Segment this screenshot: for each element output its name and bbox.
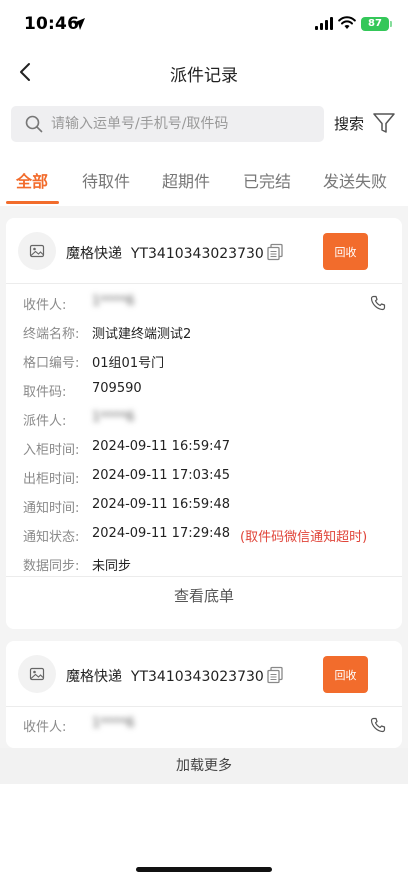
check-in-time: 2024-09-11 16:59:47 bbox=[92, 439, 231, 454]
tracking-number: YT3410343023730 bbox=[130, 669, 264, 685]
recall-button[interactable]: 回收 bbox=[323, 233, 368, 270]
status-time: 10:46 bbox=[24, 14, 80, 34]
tab-overdue[interactable]: 超期件 bbox=[162, 168, 210, 192]
recipient-row: 收件人: 1****6 bbox=[6, 716, 402, 736]
image-placeholder-icon bbox=[29, 667, 45, 681]
row-label: 数据同步: bbox=[23, 559, 80, 574]
load-more-button[interactable]: 加载更多 bbox=[0, 748, 408, 784]
data-sync-row: 数据同步: 未同步 bbox=[6, 555, 402, 575]
recall-button[interactable]: 回收 bbox=[323, 656, 368, 693]
recipient-phone: 1****6 bbox=[92, 716, 135, 731]
delivery-card: 魔格快递 YT3410343023730 回收 收件人: 1****6 bbox=[6, 641, 402, 748]
image-placeholder-icon bbox=[29, 244, 45, 258]
row-label: 入柜时间: bbox=[23, 443, 80, 458]
notify-status-time: 2024-09-11 17:29:48 bbox=[92, 526, 231, 541]
home-indicator bbox=[136, 867, 272, 872]
cellular-signal-icon bbox=[315, 17, 333, 30]
status-tabs: 全部 待取件 超期件 已完结 发送失败 bbox=[0, 160, 408, 204]
card-header: 魔格快递 YT3410343023730 回收 bbox=[6, 641, 402, 707]
row-label: 出柜时间: bbox=[23, 472, 80, 487]
tab-pending-pickup[interactable]: 待取件 bbox=[82, 168, 130, 192]
search-input[interactable] bbox=[51, 106, 316, 142]
locker-slot-row: 格口编号: 01组01号门 bbox=[6, 352, 402, 372]
location-arrow-icon bbox=[73, 18, 85, 30]
data-sync-status: 未同步 bbox=[92, 559, 132, 574]
row-label: 通知时间: bbox=[23, 501, 80, 516]
battery-indicator: 87 bbox=[361, 17, 392, 31]
notify-status-note: (取件码微信通知超时) bbox=[240, 530, 368, 545]
tab-send-failed[interactable]: 发送失败 bbox=[323, 168, 387, 192]
courier-info: 魔格快递 YT3410343023730 bbox=[66, 666, 264, 686]
row-label: 取件码: bbox=[23, 385, 67, 400]
pickup-code: 709590 bbox=[92, 381, 142, 396]
search-icon bbox=[25, 115, 43, 133]
delivery-card: 魔格快递 YT3410343023730 回收 收件人: 1****6 终端名称… bbox=[6, 218, 402, 629]
terminal-row: 终端名称: 测试建终端测试2 bbox=[6, 323, 402, 343]
nav-bar: 派件记录 bbox=[0, 50, 408, 94]
courier-name: 魔格快递 bbox=[66, 246, 122, 262]
terminal-name: 测试建终端测试2 bbox=[92, 327, 192, 342]
filter-icon[interactable] bbox=[372, 111, 396, 135]
card-header: 魔格快递 YT3410343023730 回收 bbox=[6, 218, 402, 284]
courier-logo bbox=[18, 655, 56, 693]
copy-icon[interactable] bbox=[266, 666, 284, 684]
phone-icon[interactable] bbox=[370, 295, 386, 311]
page-title: 派件记录 bbox=[170, 66, 238, 86]
row-label: 通知状态: bbox=[23, 530, 80, 545]
recipient-row: 收件人: 1****6 bbox=[6, 294, 402, 314]
tracking-number: YT3410343023730 bbox=[130, 246, 264, 262]
recipient-phone: 1****6 bbox=[92, 294, 135, 309]
check-in-time-row: 入柜时间: 2024-09-11 16:59:47 bbox=[6, 439, 402, 459]
pickup-code-row: 取件码: 709590 bbox=[6, 381, 402, 401]
active-tab-indicator bbox=[6, 201, 59, 204]
check-out-time: 2024-09-11 17:03:45 bbox=[92, 468, 231, 483]
courier-person-row: 派件人: 1****6 bbox=[6, 410, 402, 430]
courier-phone: 1****6 bbox=[92, 410, 135, 425]
courier-info: 魔格快递 YT3410343023730 bbox=[66, 243, 264, 263]
check-out-time-row: 出柜时间: 2024-09-11 17:03:45 bbox=[6, 468, 402, 488]
status-bar: 10:46 87 bbox=[0, 0, 408, 50]
copy-icon[interactable] bbox=[266, 243, 284, 261]
search-box[interactable] bbox=[11, 106, 324, 142]
search-button[interactable]: 搜索 bbox=[334, 113, 364, 134]
row-label: 格口编号: bbox=[23, 356, 80, 371]
notify-time: 2024-09-11 16:59:48 bbox=[92, 497, 231, 512]
row-label: 收件人: bbox=[23, 298, 67, 313]
notify-status-row: 通知状态: 2024-09-11 17:29:48 (取件码微信通知超时) bbox=[6, 526, 402, 546]
courier-logo bbox=[18, 232, 56, 270]
tab-completed[interactable]: 已完结 bbox=[243, 168, 291, 192]
tab-all[interactable]: 全部 bbox=[16, 168, 48, 192]
wifi-icon bbox=[338, 16, 356, 29]
search-row: 搜索 bbox=[0, 104, 408, 144]
row-label: 派件人: bbox=[23, 414, 67, 429]
view-receipt-button[interactable]: 查看底单 bbox=[6, 576, 402, 614]
notify-time-row: 通知时间: 2024-09-11 16:59:48 bbox=[6, 497, 402, 517]
courier-name: 魔格快递 bbox=[66, 669, 122, 685]
row-label: 终端名称: bbox=[23, 327, 80, 342]
phone-icon[interactable] bbox=[370, 717, 386, 733]
locker-slot: 01组01号门 bbox=[92, 356, 165, 371]
row-label: 收件人: bbox=[23, 720, 67, 735]
